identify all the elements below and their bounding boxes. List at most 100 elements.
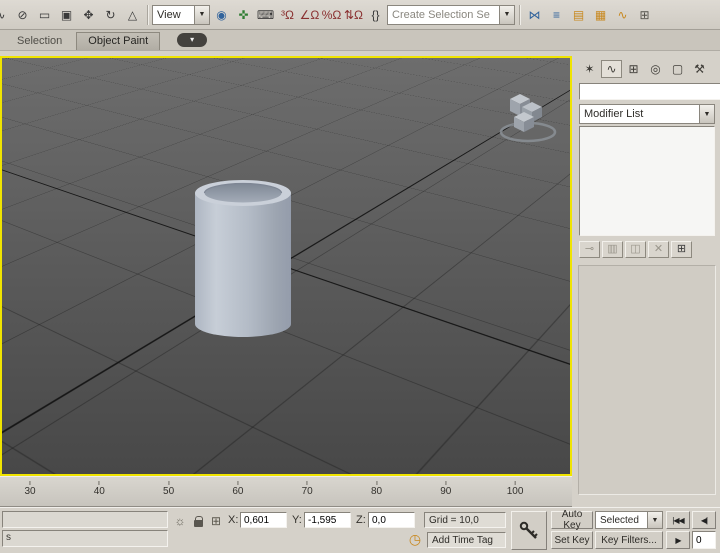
- y-coordinate-field[interactable]: [304, 512, 351, 528]
- icon-glyph: △: [128, 9, 137, 21]
- auto-key-button[interactable]: Auto Key: [551, 511, 593, 529]
- ribbon-minimize-button[interactable]: ▾: [177, 33, 207, 47]
- select-and-manipulate-button[interactable]: ✜: [233, 4, 254, 26]
- rollouts-area: [578, 265, 716, 495]
- icon-glyph: ◫: [630, 244, 640, 255]
- select-and-scale-button[interactable]: △: [122, 4, 143, 26]
- key-filters-button[interactable]: Key Filters...: [595, 531, 663, 549]
- cylinder-object[interactable]: [193, 178, 293, 340]
- chevron-down-icon: ▼: [647, 512, 662, 528]
- icon-glyph: ⌨: [257, 9, 274, 21]
- motion-tab[interactable]: ◎: [645, 60, 666, 78]
- ruler-tick: 60: [232, 481, 243, 497]
- icon-glyph: ▢: [672, 63, 683, 75]
- pin-stack-button[interactable]: ⊸: [579, 241, 600, 258]
- status-line: [2, 511, 168, 528]
- window-crossing-toggle-button[interactable]: ▣: [56, 4, 77, 26]
- selection-lock-toggle[interactable]: [190, 513, 206, 529]
- icon-glyph: ▥: [607, 244, 617, 255]
- modifier-stack-list[interactable]: [579, 126, 715, 236]
- spinner-snap-toggle-button[interactable]: ⇅Ω: [343, 4, 364, 26]
- icon-glyph: ∿: [617, 9, 627, 21]
- utilities-tab[interactable]: ⚒: [689, 60, 710, 78]
- align-button[interactable]: ≡: [546, 4, 567, 26]
- modifier-list-combo[interactable]: Modifier List ▼: [579, 104, 715, 124]
- icon-glyph: ✜: [238, 9, 248, 21]
- go-to-start-button[interactable]: |◀◀: [666, 511, 690, 529]
- select-and-link-button[interactable]: ∿: [0, 4, 11, 26]
- time-tag-clock-icon[interactable]: ◷: [407, 531, 423, 547]
- absolute-offset-mode-toggle[interactable]: ⊞: [208, 513, 224, 529]
- perspective-viewport[interactable]: [0, 56, 572, 476]
- prompt-line: s: [2, 530, 168, 547]
- icon-glyph: ⚒: [694, 63, 705, 75]
- ruler-tick: 70: [302, 481, 313, 497]
- ribbon-tab-object-paint[interactable]: Object Paint: [76, 32, 160, 50]
- icon-glyph: ✶: [584, 63, 594, 75]
- modify-tab[interactable]: ∿: [601, 60, 622, 78]
- status-bar: s ☼ ⊞ X: Y: Z: Grid = 10,0 ◷ Add Time Ta…: [0, 507, 720, 553]
- icon-glyph: ▣: [61, 9, 72, 21]
- make-unique-button[interactable]: ◫: [625, 241, 646, 258]
- ruler-tick: 100: [507, 481, 524, 497]
- icon-glyph: ▤: [573, 9, 584, 21]
- time-ruler[interactable]: 30 40 50 60 70 80: [0, 476, 572, 507]
- y-coordinate-label: Y:: [292, 514, 302, 526]
- ruler-tick: 40: [94, 481, 105, 497]
- chevron-down-icon: ▼: [194, 6, 209, 24]
- previous-frame-button[interactable]: ◀|: [692, 511, 716, 529]
- icon-glyph: ⊞: [677, 244, 686, 255]
- percent-snap-toggle-button[interactable]: %Ω: [321, 4, 342, 26]
- chevron-down-icon: ▼: [699, 105, 714, 123]
- graphite-ribbon-toggle-button[interactable]: ▦: [590, 4, 611, 26]
- icon-glyph: ³Ω: [281, 9, 294, 21]
- create-tab[interactable]: ✶: [579, 60, 600, 78]
- manage-layers-button[interactable]: ▤: [568, 4, 589, 26]
- command-panel-tabs: ✶ ∿ ⊞ ◎ ▢ ⚒: [574, 56, 720, 81]
- named-selection-set-combo[interactable]: Create Selection Se ▼: [387, 5, 515, 25]
- toolbar-separator: [519, 5, 520, 25]
- object-name-input[interactable]: [579, 83, 720, 100]
- select-and-move-button[interactable]: ✥: [78, 4, 99, 26]
- x-coordinate-field[interactable]: [240, 512, 287, 528]
- mirror-button[interactable]: ⋈: [524, 4, 545, 26]
- set-keys-button[interactable]: [511, 511, 547, 550]
- set-key-button[interactable]: Set Key: [551, 531, 593, 549]
- icon-glyph: ∿: [606, 63, 616, 75]
- reference-coordinate-system-combo[interactable]: View ▼: [152, 5, 210, 25]
- icon-glyph: ≡: [553, 9, 560, 21]
- curve-editor-button[interactable]: ∿: [612, 4, 633, 26]
- keyboard-shortcut-override-button[interactable]: ⌨: [255, 4, 276, 26]
- add-time-tag-button[interactable]: Add Time Tag: [427, 532, 506, 548]
- paint-object-gizmo[interactable]: [490, 88, 562, 146]
- x-coordinate-label: X:: [228, 514, 238, 526]
- remove-modifier-button[interactable]: ✕: [648, 241, 669, 258]
- main-toolbar: ∿ ⊘ ▭ ▣ ✥ ↻ △ Vi: [0, 0, 720, 30]
- z-coordinate-field[interactable]: [368, 512, 415, 528]
- hierarchy-tab[interactable]: ⊞: [623, 60, 644, 78]
- angle-snap-toggle-button[interactable]: ∠Ω: [299, 4, 320, 26]
- configure-modifier-sets-button[interactable]: ⊞: [671, 241, 692, 258]
- schematic-view-button[interactable]: ⊞: [634, 4, 655, 26]
- edit-named-selection-sets-button[interactable]: {}: [365, 4, 386, 26]
- use-pivot-point-center-button[interactable]: ◉: [211, 4, 232, 26]
- toolbar-separator: [147, 5, 148, 25]
- icon-glyph: ⊞: [628, 63, 638, 75]
- selection-set-filter-combo[interactable]: Selected ▼: [595, 511, 663, 529]
- lightbulb-icon[interactable]: ☼: [172, 513, 188, 529]
- command-panel: ✶ ∿ ⊞ ◎ ▢ ⚒ Modifier List: [574, 56, 720, 506]
- show-end-result-button[interactable]: ▥: [602, 241, 623, 258]
- selection-region-button[interactable]: ▭: [34, 4, 55, 26]
- grid-setting-readout: Grid = 10,0: [424, 512, 506, 528]
- current-frame-field[interactable]: [692, 531, 716, 549]
- snap-toggle-3d-button[interactable]: ³Ω: [277, 4, 298, 26]
- tab-label: Object Paint: [88, 35, 148, 47]
- select-and-rotate-button[interactable]: ↻: [100, 4, 121, 26]
- ruler-tick: 80: [371, 481, 382, 497]
- unlink-selection-button[interactable]: ⊘: [12, 4, 33, 26]
- icon-glyph: ✕: [654, 244, 663, 255]
- icon-glyph: ∠Ω: [300, 9, 320, 21]
- display-tab[interactable]: ▢: [667, 60, 688, 78]
- play-animation-button[interactable]: ▶: [666, 531, 690, 549]
- ribbon-tab-selection[interactable]: Selection: [6, 33, 73, 50]
